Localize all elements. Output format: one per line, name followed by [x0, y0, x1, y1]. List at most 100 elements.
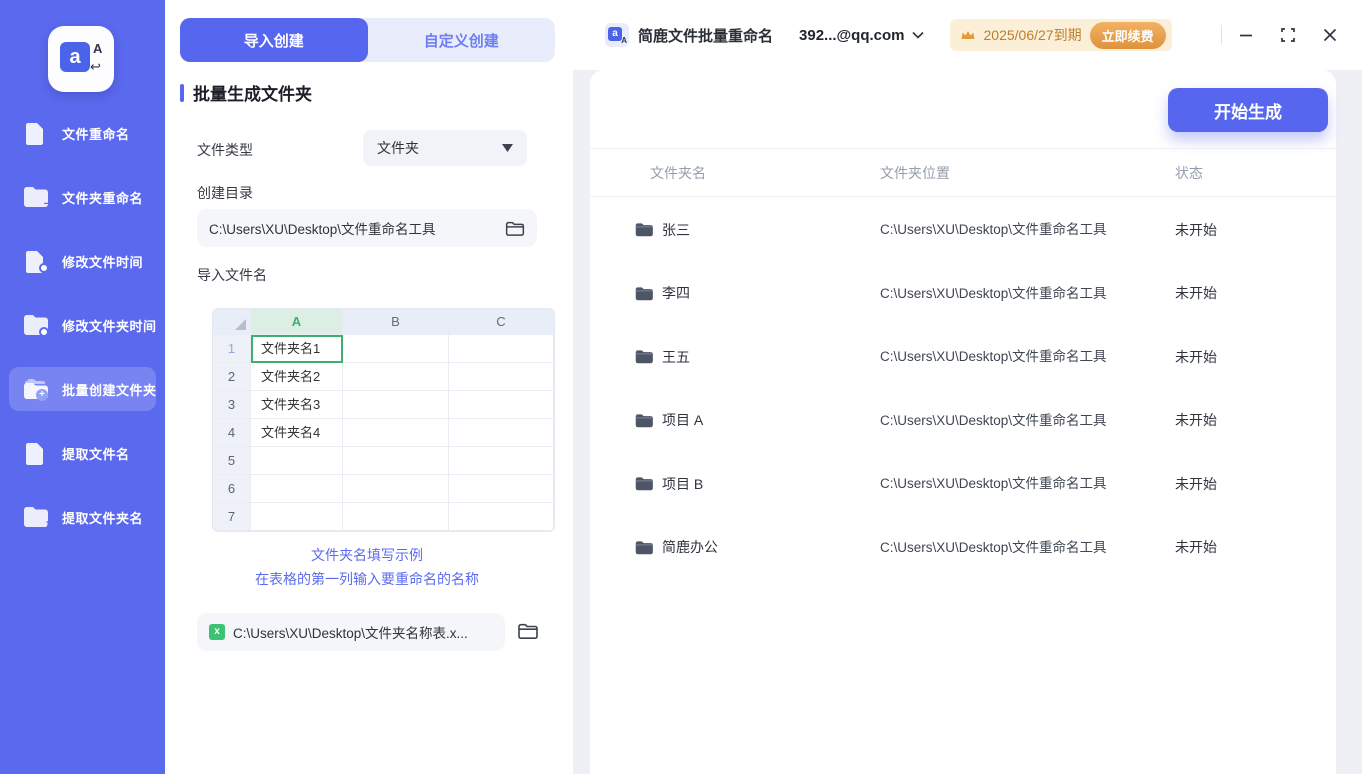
sidebar-item-extract-file-names[interactable]: ↑ 提取文件名	[9, 431, 156, 475]
create-dir-value: C:\Users\XU\Desktop\文件重命名工具	[209, 222, 436, 237]
status-badge: 未开始	[1175, 348, 1217, 365]
close-button[interactable]	[1312, 17, 1348, 53]
account-menu[interactable]: 392...@qq.com	[799, 27, 924, 44]
folder-browse-icon[interactable]	[505, 220, 525, 237]
example-spreadsheet: A B C 1 文件夹名1 2 文件夹名2 3 文件夹名3 4 文件夹名4 5 …	[212, 308, 555, 532]
sheet-row-number: 4	[213, 419, 251, 447]
sidebar-item-folder-rename[interactable]: − 文件夹重命名	[9, 175, 156, 219]
file-type-select[interactable]: 文件夹	[363, 130, 527, 166]
sheet-select-all-corner	[213, 309, 251, 335]
renew-button[interactable]: 立即续费	[1089, 21, 1166, 49]
folder-icon	[635, 350, 653, 364]
import-names-label: 导入文件名	[197, 267, 267, 283]
folder-icon	[635, 223, 653, 237]
app-icon: aA	[605, 23, 629, 47]
folder-location: C:\Users\XU\Desktop\文件重命名工具	[880, 285, 1107, 301]
folder-table: 张三 C:\Users\XU\Desktop\文件重命名工具 未开始 李四 C:…	[590, 198, 1336, 579]
app-logo: a A ↩	[48, 26, 114, 92]
close-icon	[1323, 28, 1337, 42]
rename-arrow-icon: ↩	[90, 59, 101, 74]
excel-path-value: C:\Users\XU\Desktop\文件夹名称表.x...	[233, 626, 468, 641]
sidebar: a A ↩ = 文件重命名 − 文件夹重命名 修改文件时间 修改文件夹时间 + …	[0, 0, 165, 774]
maximize-button[interactable]	[1270, 17, 1306, 53]
main-region: aA 简鹿文件批量重命名 392...@qq.com 2025/06/27到期 …	[573, 0, 1362, 774]
folder-extract-icon: ↑	[23, 505, 50, 530]
tab-custom-create[interactable]: 自定义创建	[368, 18, 556, 62]
create-dir-label: 创建目录	[197, 185, 253, 201]
table-row[interactable]: 张三 C:\Users\XU\Desktop\文件重命名工具 未开始	[590, 198, 1336, 262]
sheet-cell	[343, 335, 449, 363]
maximize-icon	[1281, 28, 1295, 42]
results-card: 开始生成 文件夹名 文件夹位置 状态 张三 C:\Users\XU\Deskto…	[590, 70, 1336, 774]
sheet-row-number: 2	[213, 363, 251, 391]
sheet-cell	[251, 447, 343, 475]
folder-name: 项目 A	[662, 412, 704, 429]
titlebar-divider	[1221, 25, 1222, 45]
create-dir-input[interactable]: C:\Users\XU\Desktop\文件重命名工具	[197, 209, 537, 247]
sidebar-item-label: 修改文件时间	[62, 254, 144, 270]
folder-icon	[635, 541, 653, 554]
sheet-cell	[449, 447, 554, 475]
table-row[interactable]: 简鹿办公 C:\Users\XU\Desktop\文件重命名工具 未开始	[590, 516, 1336, 580]
title-accent-bar	[180, 83, 184, 102]
status-badge: 未开始	[1175, 475, 1217, 492]
file-extract-icon: ↑	[23, 441, 50, 466]
folder-name: 王五	[662, 348, 690, 365]
sheet-cell	[343, 363, 449, 391]
logo-letter-A: A	[93, 41, 103, 56]
sheet-row-number: 7	[213, 503, 251, 531]
minimize-button[interactable]	[1228, 17, 1264, 53]
sidebar-item-label: 提取文件名	[62, 446, 130, 462]
excel-path-input[interactable]: x C:\Users\XU\Desktop\文件夹名称表.x...	[197, 613, 505, 651]
tab-import-create[interactable]: 导入创建	[180, 18, 368, 62]
sidebar-item-extract-folder-names[interactable]: ↑ 提取文件夹名	[9, 495, 156, 539]
sidebar-item-label: 文件重命名	[62, 126, 130, 142]
table-row[interactable]: 王五 C:\Users\XU\Desktop\文件重命名工具 未开始	[590, 325, 1336, 389]
folder-browse-icon[interactable]	[517, 622, 539, 645]
start-generate-button[interactable]: 开始生成	[1168, 88, 1328, 132]
sheet-col-header-b: B	[343, 309, 449, 335]
file-type-label: 文件类型	[197, 142, 253, 158]
folder-location: C:\Users\XU\Desktop\文件重命名工具	[880, 412, 1107, 428]
folder-name: 张三	[662, 221, 690, 238]
logo-letter-a: a	[60, 42, 90, 72]
folder-location: C:\Users\XU\Desktop\文件重命名工具	[880, 349, 1107, 365]
file-type-value: 文件夹	[377, 140, 419, 156]
folder-location: C:\Users\XU\Desktop\文件重命名工具	[880, 539, 1107, 555]
sheet-cell	[343, 391, 449, 419]
chevron-down-icon	[502, 144, 513, 152]
minimize-icon	[1240, 34, 1252, 37]
section-title: 批量生成文件夹	[180, 80, 312, 105]
sidebar-item-batch-create-folders[interactable]: + 批量创建文件夹	[9, 367, 156, 411]
folder-location: C:\Users\XU\Desktop\文件重命名工具	[880, 222, 1107, 238]
sheet-cell	[343, 503, 449, 531]
folder-plus-icon: +	[23, 377, 50, 401]
table-row[interactable]: 项目 A C:\Users\XU\Desktop\文件重命名工具 未开始	[590, 389, 1336, 453]
excel-file-icon: x	[209, 624, 225, 640]
crown-icon	[961, 31, 974, 39]
sidebar-item-folder-time[interactable]: 修改文件夹时间	[9, 303, 156, 347]
sidebar-item-file-time[interactable]: 修改文件时间	[9, 239, 156, 283]
col-header-status: 状态	[1175, 164, 1203, 181]
sheet-col-header-c: C	[449, 309, 554, 335]
sheet-cell	[449, 363, 554, 391]
folder-name: 项目 B	[662, 475, 704, 492]
sheet-row-number: 6	[213, 475, 251, 503]
sheet-col-header-a: A	[251, 309, 343, 335]
sheet-cell	[343, 419, 449, 447]
sidebar-item-file-rename[interactable]: = 文件重命名	[9, 111, 156, 155]
folder-icon	[635, 287, 653, 300]
file-rename-icon: =	[23, 121, 50, 146]
sheet-cell-a4: 文件夹名4	[251, 419, 343, 447]
sheet-cell	[449, 475, 554, 503]
sheet-cell	[343, 475, 449, 503]
sidebar-item-label: 提取文件夹名	[62, 510, 144, 526]
create-mode-tabs: 导入创建 自定义创建	[180, 18, 555, 62]
sheet-cell-a3: 文件夹名3	[251, 391, 343, 419]
sidebar-item-label: 修改文件夹时间	[62, 318, 157, 334]
sheet-cell-a1: 文件夹名1	[251, 335, 343, 363]
sheet-row-number: 5	[213, 447, 251, 475]
table-row[interactable]: 项目 B C:\Users\XU\Desktop\文件重命名工具 未开始	[590, 452, 1336, 516]
table-row[interactable]: 李四 C:\Users\XU\Desktop\文件重命名工具 未开始	[590, 262, 1336, 326]
folder-name: 简鹿办公	[662, 539, 718, 556]
